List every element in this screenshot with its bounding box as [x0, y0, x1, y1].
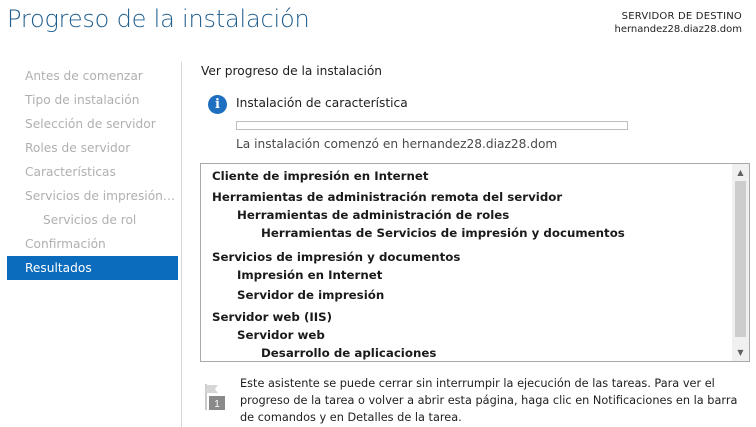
page-title: Progreso de la instalación: [7, 5, 310, 33]
nav-item-seleccion-de-servidor: Selección de servidor: [25, 117, 156, 131]
nav-item-tipo-de-instalacion: Tipo de instalación: [25, 93, 140, 107]
scrollbar-thumb[interactable]: [735, 181, 746, 337]
destination-label: SERVIDOR DE DESTINO: [621, 11, 742, 22]
list-item: Servidor web (IIS): [212, 310, 333, 324]
notification-badge-count: 1: [214, 399, 220, 410]
chevron-down-icon[interactable]: ▼: [732, 344, 749, 361]
list-item: Servidor de impresión: [237, 288, 385, 302]
status-message: La instalación comenzó en hernandez28.di…: [236, 137, 558, 151]
status-title: Instalación de característica: [236, 96, 408, 110]
info-icon: i: [208, 95, 227, 114]
results-list: Cliente de impresión en Internet Herrami…: [201, 164, 732, 361]
nav-item-confirmacion: Confirmación: [25, 237, 106, 251]
nav-item-servicios-de-rol: Servicios de rol: [43, 213, 137, 227]
nav-item-servicios-impresion: Servicios de impresión y documentos: [25, 189, 178, 203]
list-item: Desarrollo de aplicaciones: [261, 346, 437, 360]
flag-icon: 1: [205, 384, 225, 410]
sidebar-divider: [181, 62, 182, 427]
vertical-scrollbar[interactable]: ▲ ▼: [732, 164, 749, 361]
nav-item-antes-de-comenzar: Antes de comenzar: [25, 69, 143, 83]
list-item: Herramientas de administración remota de…: [212, 190, 563, 204]
list-item: Servidor web: [237, 328, 325, 342]
wizard-navigation: Antes de comenzar Tipo de instalación Se…: [7, 64, 178, 280]
list-item: Cliente de impresión en Internet: [212, 169, 429, 183]
chevron-up-icon[interactable]: ▲: [732, 164, 749, 181]
section-title: Ver progreso de la instalación: [201, 64, 383, 78]
list-item: Herramientas de administración de roles: [237, 208, 510, 222]
list-item: Impresión en Internet: [237, 268, 383, 282]
destination-server: hernandez28.diaz28.dom: [614, 24, 743, 35]
list-item: Servicios de impresión y documentos: [212, 250, 461, 264]
results-list-box[interactable]: Cliente de impresión en Internet Herrami…: [200, 163, 750, 362]
list-item: Herramientas de Servicios de impresión y…: [261, 226, 625, 240]
nav-item-caracteristicas: Características: [25, 165, 116, 179]
destination-server-info: SERVIDOR DE DESTINO hernandez28.diaz28.d…: [615, 10, 743, 36]
nav-item-resultados[interactable]: Resultados: [7, 256, 178, 280]
info-note: Este asistente se puede cerrar sin inter…: [240, 377, 738, 424]
nav-item-roles-de-servidor: Roles de servidor: [25, 141, 131, 155]
installation-progress-bar: [236, 121, 628, 130]
